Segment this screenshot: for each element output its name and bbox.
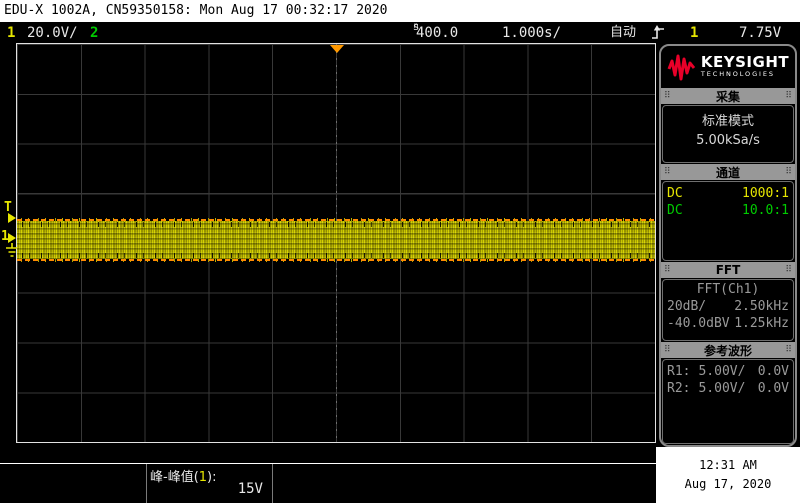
channel1-scale: 20.0V/ <box>27 22 78 44</box>
sidebar: KEYSIGHT TECHNOLOGIES ⠿ 采集 ⠿ 标准模式 5.00kS… <box>659 44 797 447</box>
fft-source: FFT(Ch1) <box>667 282 789 298</box>
grip-icon: ⠿ <box>664 346 671 355</box>
reference1-label: R1: <box>667 363 690 380</box>
acquisition-panel: 标准模式 5.00kSa/s <box>662 105 794 163</box>
reference2-scale: 5.00V/ <box>698 380 745 397</box>
grip-icon: ⠿ <box>785 168 792 177</box>
oscilloscope-screen: EDU-X 1002A, CN59350158: Mon Aug 17 00:3… <box>0 0 800 503</box>
measurement-cell-divider-right <box>272 464 273 503</box>
rising-edge-trigger-icon <box>651 25 665 41</box>
title-bar: EDU-X 1002A, CN59350158: Mon Aug 17 00:3… <box>0 0 800 22</box>
reference-panel-header: ⠿ 参考波形 ⠿ <box>661 342 795 358</box>
timebase-scale: 1.000s/ <box>502 22 561 44</box>
delay-value: 400.0 <box>416 22 458 44</box>
channel2-probe-ratio: 10.0:1 <box>742 202 789 219</box>
clock-area: 12:31 AM Aug 17, 2020 <box>656 447 800 503</box>
reference-header-label: 参考波形 <box>704 342 752 359</box>
channels-panel: DC 1000:1 DC 10.0:1 <box>662 181 794 261</box>
sample-rate: 5.00kSa/s <box>663 131 793 150</box>
measurement-value: 15V <box>147 481 268 497</box>
reference2-row: R2: 5.00V/ 0.0V <box>667 380 789 397</box>
fft-offset-row: -40.0dBV 1.25kHz <box>667 315 789 332</box>
reference1-left: R1: 5.00V/ <box>667 363 745 380</box>
reference2-left: R2: 5.00V/ <box>667 380 745 397</box>
fft-span: 2.50kHz <box>734 298 789 315</box>
brand-subtitle: TECHNOLOGIES <box>701 70 789 79</box>
settings-bar: 1 20.0V/ 2 400.0ns 1.000s/ 自动 1 7.75V <box>0 22 800 44</box>
fft-center-frequency: 1.25kHz <box>734 315 789 332</box>
channels-panel-header: ⠿ 通道 ⠿ <box>661 164 795 180</box>
acquisition-mode: 标准模式 <box>663 112 793 131</box>
trigger-level-marker-icon <box>8 213 16 223</box>
channel2-number: 2 <box>90 22 98 44</box>
keysight-spark-icon <box>667 52 697 82</box>
grip-icon: ⠿ <box>785 346 792 355</box>
fft-panel: FFT(Ch1) 20dB/ 2.50kHz -40.0dBV 1.25kHz <box>662 279 794 341</box>
reference2-label: R2: <box>667 380 690 397</box>
trigger-time-marker-icon <box>330 45 344 53</box>
fft-panel-header: ⠿ FFT ⠿ <box>661 262 795 278</box>
channels-header-label: 通道 <box>716 164 740 181</box>
channel2-info-row: DC 10.0:1 <box>667 202 789 219</box>
grip-icon: ⠿ <box>664 266 671 275</box>
reference1-row: R1: 5.00V/ 0.0V <box>667 363 789 380</box>
channel1-position-marker-icon <box>8 233 16 243</box>
trigger-mode: 自动 <box>610 22 636 44</box>
channel1-number: 1 <box>7 22 15 44</box>
reference-panel: R1: 5.00V/ 0.0V R2: 5.00V/ 0.0V <box>662 359 794 444</box>
reference1-scale: 5.00V/ <box>698 363 745 380</box>
fft-scale-row: 20dB/ 2.50kHz <box>667 298 789 315</box>
channel1-probe-ratio: 1000:1 <box>742 185 789 202</box>
channel1-noise-waveform <box>17 221 655 259</box>
keysight-logo: KEYSIGHT TECHNOLOGIES <box>661 46 795 88</box>
brand-name: KEYSIGHT <box>701 55 789 70</box>
clock-date: Aug 17, 2020 <box>656 475 800 494</box>
clock-time: 12:31 AM <box>656 456 800 475</box>
measurement-bar-separator <box>0 463 656 464</box>
reference1-offset: 0.0V <box>758 363 789 380</box>
trigger-source: 1 <box>690 22 698 44</box>
reference2-offset: 0.0V <box>758 380 789 397</box>
keysight-logo-text: KEYSIGHT TECHNOLOGIES <box>701 55 789 79</box>
acquisition-panel-header: ⠿ 采集 ⠿ <box>661 88 795 104</box>
measurement-cursor-top <box>17 219 655 221</box>
grip-icon: ⠿ <box>664 168 671 177</box>
fft-header-label: FFT <box>716 263 741 277</box>
grip-icon: ⠿ <box>664 92 671 101</box>
fft-scale: 20dB/ <box>667 298 706 315</box>
waveform-texture-bottom <box>17 253 655 258</box>
fft-offset: -40.0dBV <box>667 315 730 332</box>
channel2-coupling: DC <box>667 202 683 219</box>
measurement-cursor-bottom <box>17 259 655 261</box>
waveform-texture-top <box>17 222 655 227</box>
trigger-level: 7.75V <box>739 22 781 44</box>
delay-unit-base: s <box>413 22 420 32</box>
grip-icon: ⠿ <box>785 92 792 101</box>
channel1-coupling: DC <box>667 185 683 202</box>
channel1-info-row: DC 1000:1 <box>667 185 789 202</box>
grip-icon: ⠿ <box>785 266 792 275</box>
acquisition-header-label: 采集 <box>716 88 740 105</box>
instrument-title: EDU-X 1002A, CN59350158: Mon Aug 17 00:3… <box>4 3 388 18</box>
